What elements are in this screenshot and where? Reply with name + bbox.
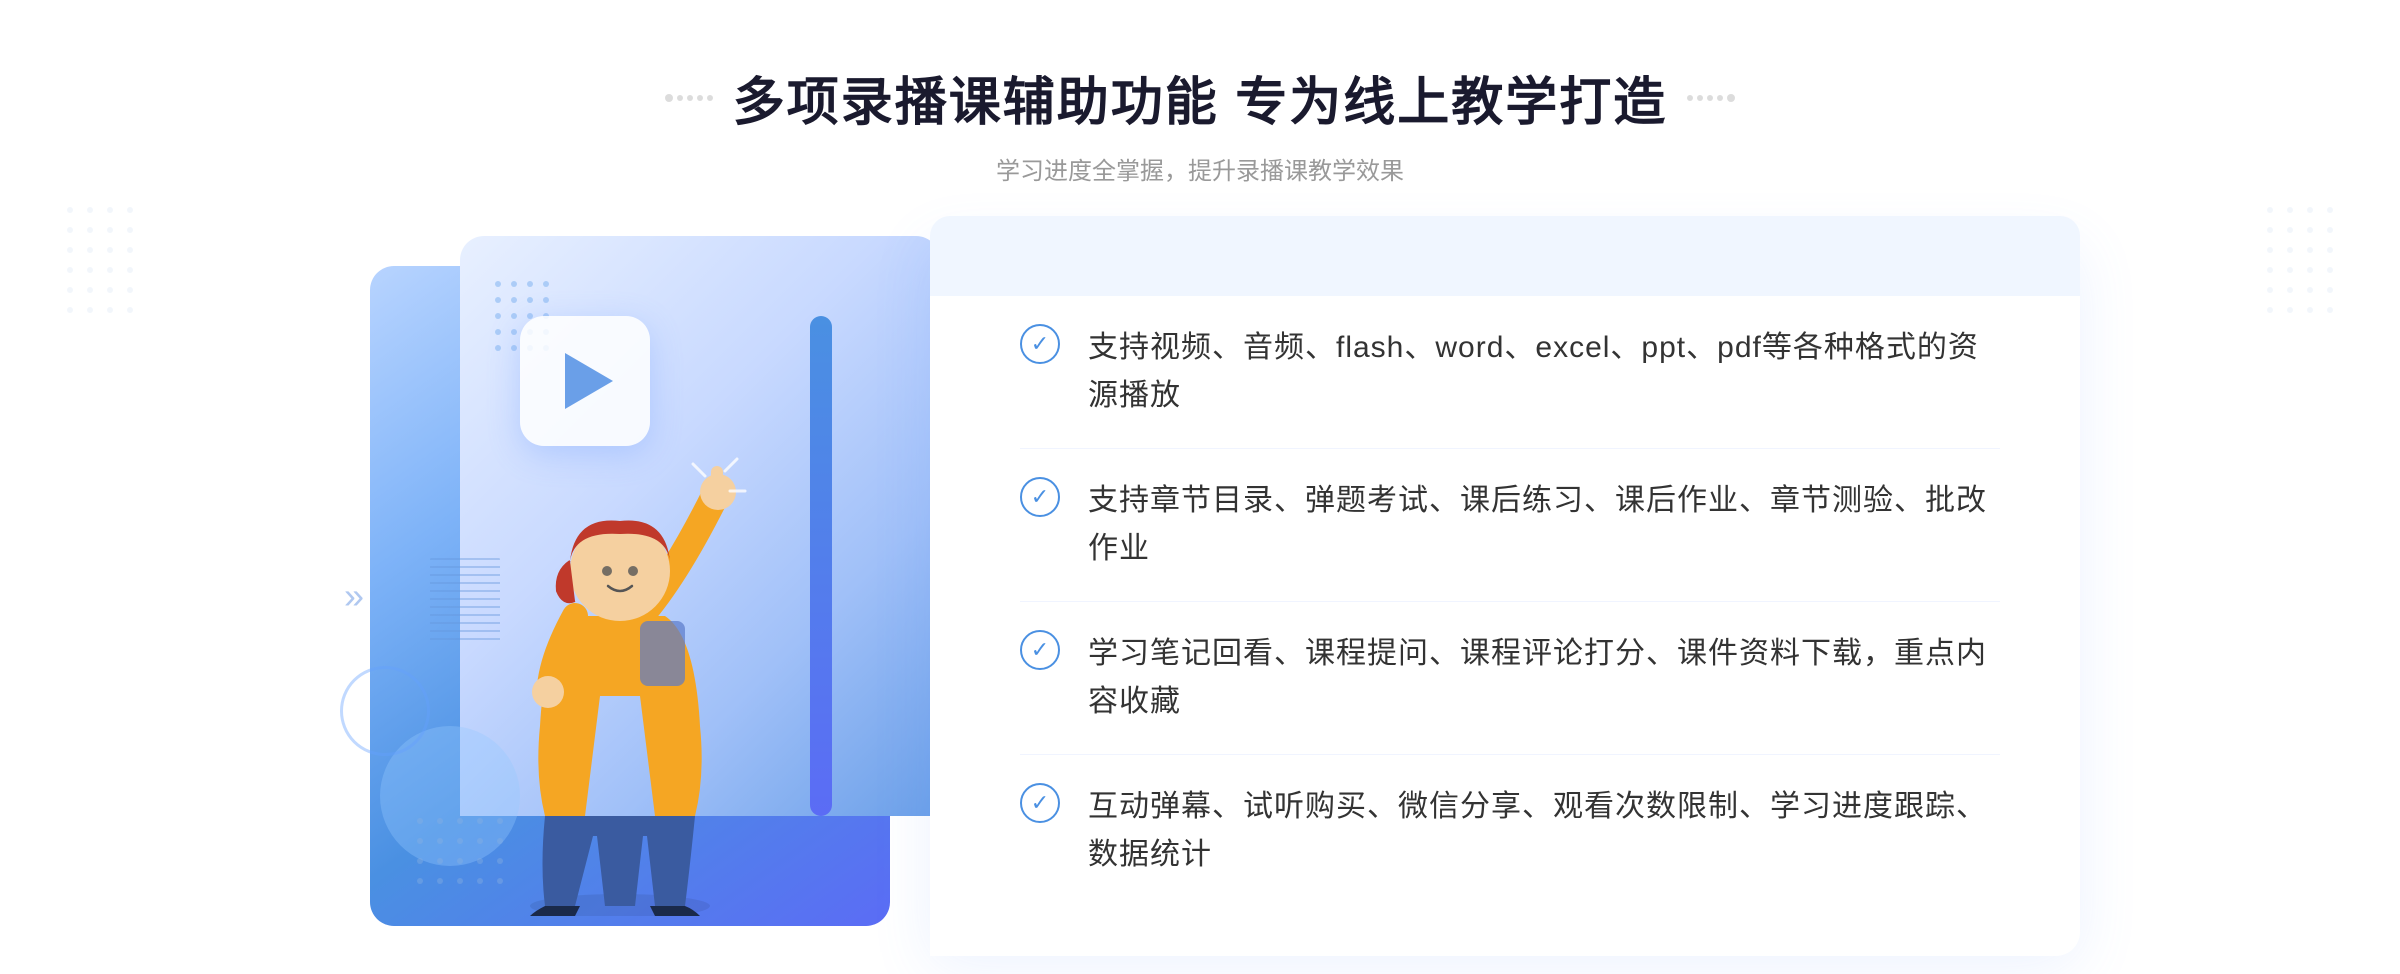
bg-dots-left — [60, 200, 140, 405]
check-icon-1: ✓ — [1020, 324, 1060, 364]
dots-decoration-right — [1687, 94, 1735, 102]
feature-item-1: ✓ 支持视频、音频、flash、word、excel、ppt、pdf等各种格式的… — [1020, 296, 2000, 449]
check-mark-3: ✓ — [1031, 639, 1049, 661]
features-card: ✓ 支持视频、音频、flash、word、excel、ppt、pdf等各种格式的… — [930, 236, 2080, 956]
character-illustration — [420, 356, 820, 916]
check-mark-2: ✓ — [1031, 486, 1049, 508]
sub-title: 学习进度全掌握，提升录播课教学效果 — [665, 151, 1735, 186]
bg-dots-right — [2260, 200, 2340, 405]
feature-item-2: ✓ 支持章节目录、弹题考试、课后练习、课后作业、章节测验、批改作业 — [1020, 449, 2000, 602]
feature-text-2: 支持章节目录、弹题考试、课后练习、课后作业、章节测验、批改作业 — [1088, 477, 2000, 573]
feature-text-1: 支持视频、音频、flash、word、excel、ppt、pdf等各种格式的资源… — [1088, 324, 2000, 420]
header-title-row: 多项录播课辅助功能 专为线上教学打造 — [665, 60, 1735, 135]
feature-text-4: 互动弹幕、试听购买、微信分享、观看次数限制、学习进度跟踪、数据统计 — [1088, 783, 2000, 879]
features-top-card — [930, 216, 2080, 296]
check-icon-2: ✓ — [1020, 477, 1060, 517]
feature-item-3: ✓ 学习笔记回看、课程提问、课程评论打分、课件资料下载，重点内容收藏 — [1020, 602, 2000, 755]
check-mark-4: ✓ — [1031, 792, 1049, 814]
dots-decoration-left — [665, 94, 713, 102]
header-section: 多项录播课辅助功能 专为线上教学打造 学习进度全掌握，提升录播课教学效果 — [665, 60, 1735, 186]
main-title: 多项录播课辅助功能 专为线上教学打造 — [733, 60, 1667, 135]
circle-blue-outline — [340, 666, 430, 756]
check-icon-4: ✓ — [1020, 783, 1060, 823]
page-container: 多项录播课辅助功能 专为线上教学打造 学习进度全掌握，提升录播课教学效果 » — [0, 0, 2400, 974]
illustration-area — [320, 236, 940, 956]
check-icon-3: ✓ — [1020, 630, 1060, 670]
feature-text-3: 学习笔记回看、课程提问、课程评论打分、课件资料下载，重点内容收藏 — [1088, 630, 2000, 726]
left-nav-arrow[interactable]: » — [344, 575, 364, 617]
feature-item-4: ✓ 互动弹幕、试听购买、微信分享、观看次数限制、学习进度跟踪、数据统计 — [1020, 755, 2000, 907]
content-area: » — [320, 236, 2080, 956]
check-mark-1: ✓ — [1031, 333, 1049, 355]
